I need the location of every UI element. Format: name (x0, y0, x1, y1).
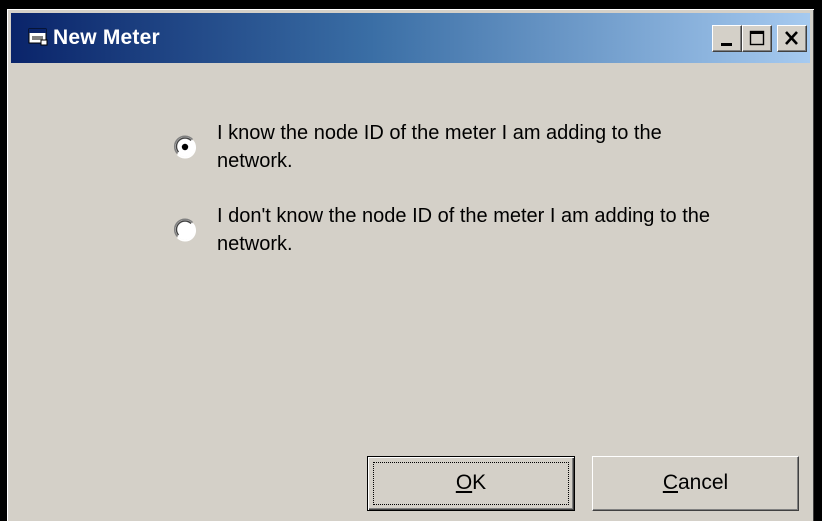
close-icon (785, 31, 798, 45)
new-meter-dialog: New Meter I know the node ID of the mete… (7, 9, 814, 521)
radio-selected-icon[interactable] (173, 135, 197, 159)
cancel-label: Cancel (662, 471, 729, 494)
maximize-icon (749, 30, 765, 46)
minimize-button[interactable] (712, 25, 742, 52)
window-title: New Meter (53, 26, 160, 49)
cancel-button[interactable]: Cancel (592, 456, 799, 511)
option-know-label: I know the node ID of the meter I am add… (217, 122, 662, 172)
ok-button[interactable]: OK (367, 456, 575, 511)
app-window-icon (28, 28, 48, 46)
maximize-button[interactable] (742, 25, 772, 52)
radio-unselected-icon[interactable] (173, 218, 197, 242)
minimize-icon (721, 43, 732, 46)
ok-label: OK (455, 471, 487, 494)
close-button[interactable] (777, 25, 807, 52)
option-dont-know-label: I don't know the node ID of the meter I … (217, 205, 711, 255)
title-bar[interactable]: New Meter (11, 13, 810, 63)
